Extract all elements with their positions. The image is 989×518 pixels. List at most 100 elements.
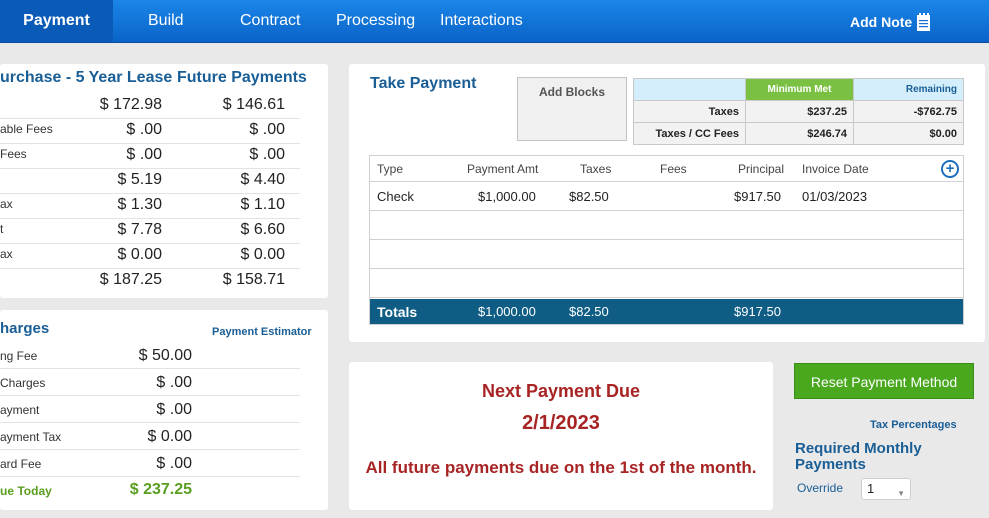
lease-value: $ 5.19 (117, 171, 162, 188)
payment-taxes: $82.50 (569, 189, 609, 204)
divider (0, 193, 300, 194)
divider (0, 368, 300, 369)
summary-remaining-value: -$762.75 (853, 100, 964, 123)
divider (0, 243, 300, 244)
charges-title: harges (0, 320, 50, 337)
lease-value: $ 7.78 (117, 221, 162, 238)
remaining-header: Remaining (853, 78, 964, 101)
tab-payment[interactable]: Payment (0, 0, 113, 42)
lease-row-label: ax (0, 197, 13, 211)
minimum-met-header: Minimum Met (745, 78, 854, 101)
next-payment-note: All future payments due on the 1st of th… (365, 458, 757, 477)
divider (0, 422, 300, 423)
totals-row: Totals $1,000.00 $82.50 $917.50 (370, 299, 963, 324)
lease-value: $ 172.98 (99, 96, 162, 113)
summary-min-value: $246.74 (745, 122, 854, 145)
note-icon[interactable] (916, 13, 931, 32)
column-header-taxes: Taxes (580, 162, 612, 176)
lease-value: $ 1.30 (117, 196, 162, 213)
divider (0, 476, 300, 477)
future-value: $ 1.10 (240, 196, 285, 213)
tab-contract[interactable]: Contract (240, 0, 300, 42)
add-note-button[interactable]: Add Note (850, 12, 912, 32)
column-header-payment-amt: Payment Amt (467, 162, 539, 176)
table-row (370, 211, 963, 240)
summary-row-label: Taxes / CC Fees (633, 122, 746, 145)
reset-payment-method-button[interactable]: Reset Payment Method (794, 363, 974, 399)
divider (0, 118, 300, 119)
payment-type: Check (377, 189, 414, 204)
due-today-value: $ 237.25 (129, 481, 192, 498)
tax-percentages-link[interactable]: Tax Percentages (870, 419, 957, 431)
tab-processing[interactable]: Processing (336, 0, 415, 42)
tab-interactions[interactable]: Interactions (440, 0, 523, 42)
divider (0, 143, 300, 144)
future-value: $ 6.60 (240, 221, 285, 238)
charge-label: ard Fee (0, 457, 42, 471)
summary-remaining-value: $0.00 (853, 122, 964, 145)
required-monthly-payments-title: Required Monthly Payments (795, 441, 922, 473)
charge-value: $ .00 (156, 374, 192, 391)
totals-label: Totals (377, 304, 418, 320)
add-payment-icon[interactable]: + (941, 160, 959, 178)
charge-value: $ 50.00 (138, 347, 192, 364)
lease-row-label: ax (0, 247, 13, 261)
divider (0, 268, 300, 269)
charge-value: $ .00 (156, 401, 192, 418)
charge-label: ayment Tax (0, 430, 62, 444)
charge-value: $ 0.00 (147, 428, 192, 445)
future-value: $ 0.00 (240, 246, 285, 263)
required-title-line2: Payments (795, 456, 866, 473)
payments-table: Type Payment Amt Taxes Fees Principal In… (369, 155, 964, 325)
summary-min-value: $237.25 (745, 100, 854, 123)
divider (0, 168, 300, 169)
summary-header-blank (633, 78, 746, 101)
due-today-label: ue Today (0, 484, 52, 498)
required-title-line1: Required Monthly (795, 440, 922, 457)
divider (0, 449, 300, 450)
lease-value: $ 0.00 (117, 246, 162, 263)
next-payment-date: 2/1/2023 (522, 412, 600, 434)
minimum-summary-table: Minimum Met Remaining Taxes $237.25 -$76… (633, 78, 964, 145)
charge-value: $ .00 (156, 455, 192, 472)
payment-principal: $917.50 (734, 189, 781, 204)
top-nav: Payment Build Contract Processing Intera… (0, 0, 989, 43)
future-value: $ .00 (249, 121, 285, 138)
override-select[interactable]: 1 ▼ (861, 478, 911, 500)
divider (0, 395, 300, 396)
future-value: $ .00 (249, 146, 285, 163)
charge-label: ng Fee (0, 349, 38, 363)
table-row (370, 269, 963, 298)
override-value: 1 (867, 481, 875, 496)
chevron-down-icon: ▼ (897, 489, 905, 498)
tab-build[interactable]: Build (148, 0, 184, 42)
add-blocks-button[interactable]: Add Blocks (517, 77, 627, 141)
lease-row-label: Fees (0, 147, 27, 161)
next-payment-title: Next Payment Due (481, 381, 641, 401)
summary-row-label: Taxes (633, 100, 746, 123)
payment-estimator-link[interactable]: Payment Estimator (212, 326, 312, 338)
override-label: Override (797, 481, 844, 495)
future-value: $ 146.61 (222, 96, 285, 113)
table-row (370, 240, 963, 269)
table-header: Type Payment Amt Taxes Fees Principal In… (370, 156, 963, 182)
payment-invoice-date: 01/03/2023 (802, 189, 868, 204)
totals-principal: $917.50 (734, 304, 781, 319)
lease-row-label: t (0, 222, 4, 236)
charge-label: Charges (0, 376, 46, 390)
lease-column-title: urchase - 5 Year Lease (0, 69, 173, 86)
take-payment-title: Take Payment (370, 75, 477, 92)
future-value: $ 158.71 (222, 271, 285, 288)
lease-row-label: able Fees (0, 122, 53, 136)
lease-value: $ 187.25 (99, 271, 162, 288)
column-header-principal: Principal (738, 162, 785, 176)
column-header-fees: Fees (660, 162, 687, 176)
future-value: $ 4.40 (240, 171, 285, 188)
column-header-invoice-date: Invoice Date (802, 162, 869, 176)
totals-amount: $1,000.00 (478, 304, 536, 319)
payment-amount: $1,000.00 (478, 189, 536, 204)
column-header-type: Type (377, 162, 404, 176)
table-row[interactable]: Check $1,000.00 $82.50 $917.50 01/03/202… (370, 182, 963, 211)
future-payments-title: Future Payments (177, 69, 307, 86)
totals-taxes: $82.50 (569, 304, 609, 319)
